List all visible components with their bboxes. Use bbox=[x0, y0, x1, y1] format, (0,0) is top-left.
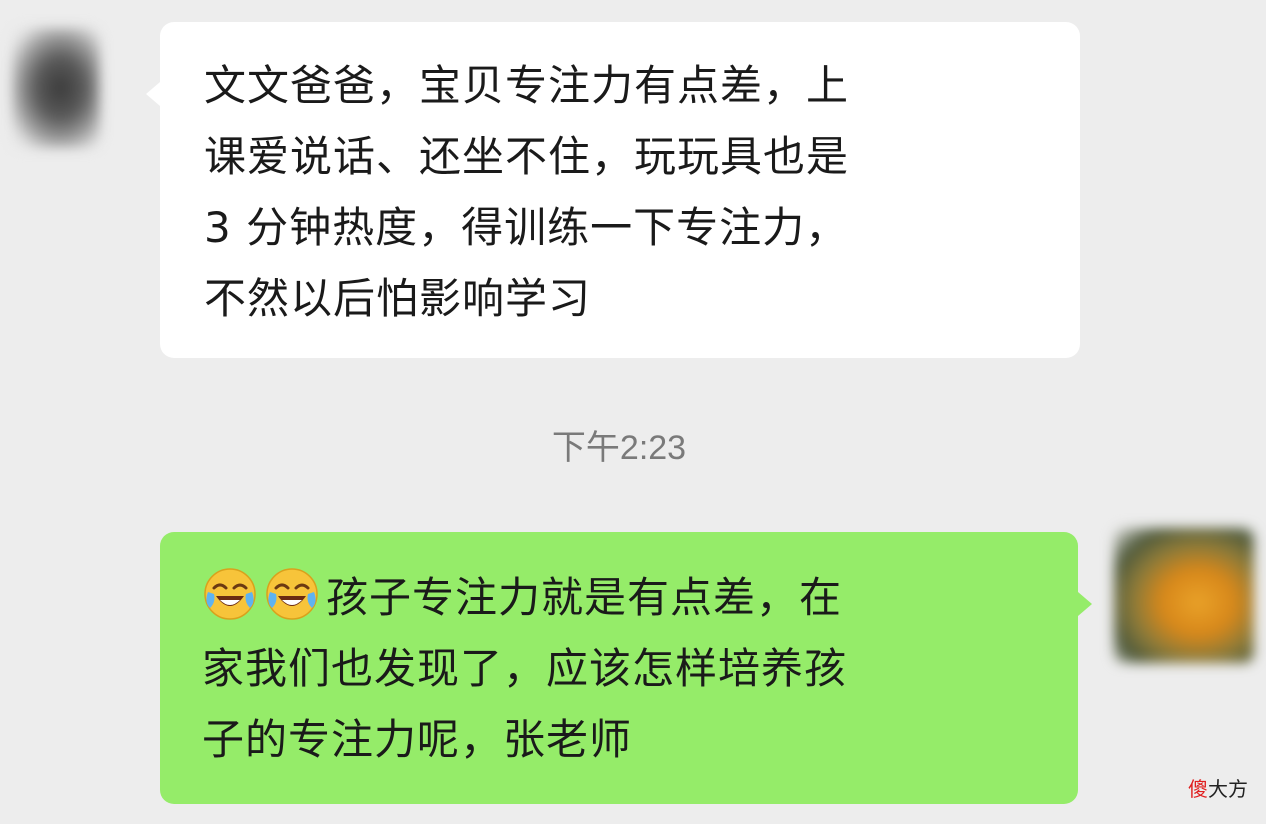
incoming-message-line: 课爱说话、还坐不住，玩玩具也是 bbox=[204, 132, 850, 181]
incoming-message-line: 不然以后怕影响学习 bbox=[204, 274, 592, 323]
outgoing-message-text: 孩子专注力就是有点差，在 bbox=[326, 573, 843, 622]
watermark-text: 大方 bbox=[1208, 777, 1248, 801]
message-timestamp: 下午2:23 bbox=[551, 429, 687, 467]
chat-screen: 文文爸爸，宝贝专注力有点差，上 课爱说话、还坐不住，玩玩具也是 3 分钟热度，得… bbox=[0, 0, 1266, 824]
crying-laughing-emoji-icon bbox=[204, 568, 256, 620]
crying-laughing-emoji-icon bbox=[266, 568, 318, 620]
watermark-logo: 傻大方 bbox=[1188, 773, 1248, 802]
outgoing-message-bubble[interactable]: 孩子专注力就是有点差，在 家我们也发现了，应该怎样培养孩 子的专注力呢，张老师 bbox=[160, 532, 1092, 804]
sender-avatar[interactable] bbox=[12, 28, 100, 148]
incoming-message-line: 3 分钟热度，得训练一下专注力， bbox=[204, 203, 849, 252]
incoming-message-line: 文文爸爸，宝贝专注力有点差，上 bbox=[204, 61, 850, 110]
outgoing-message-line: 子的专注力呢，张老师 bbox=[202, 715, 633, 764]
outgoing-message-line: 孩子专注力就是有点差，在 bbox=[202, 562, 1048, 633]
incoming-message-bubble[interactable]: 文文爸爸，宝贝专注力有点差，上 课爱说话、还坐不住，玩玩具也是 3 分钟热度，得… bbox=[146, 22, 1080, 358]
outgoing-message-line: 家我们也发现了，应该怎样培养孩 bbox=[202, 644, 848, 693]
watermark-red-char: 傻 bbox=[1188, 777, 1208, 801]
own-avatar[interactable] bbox=[1114, 528, 1254, 663]
